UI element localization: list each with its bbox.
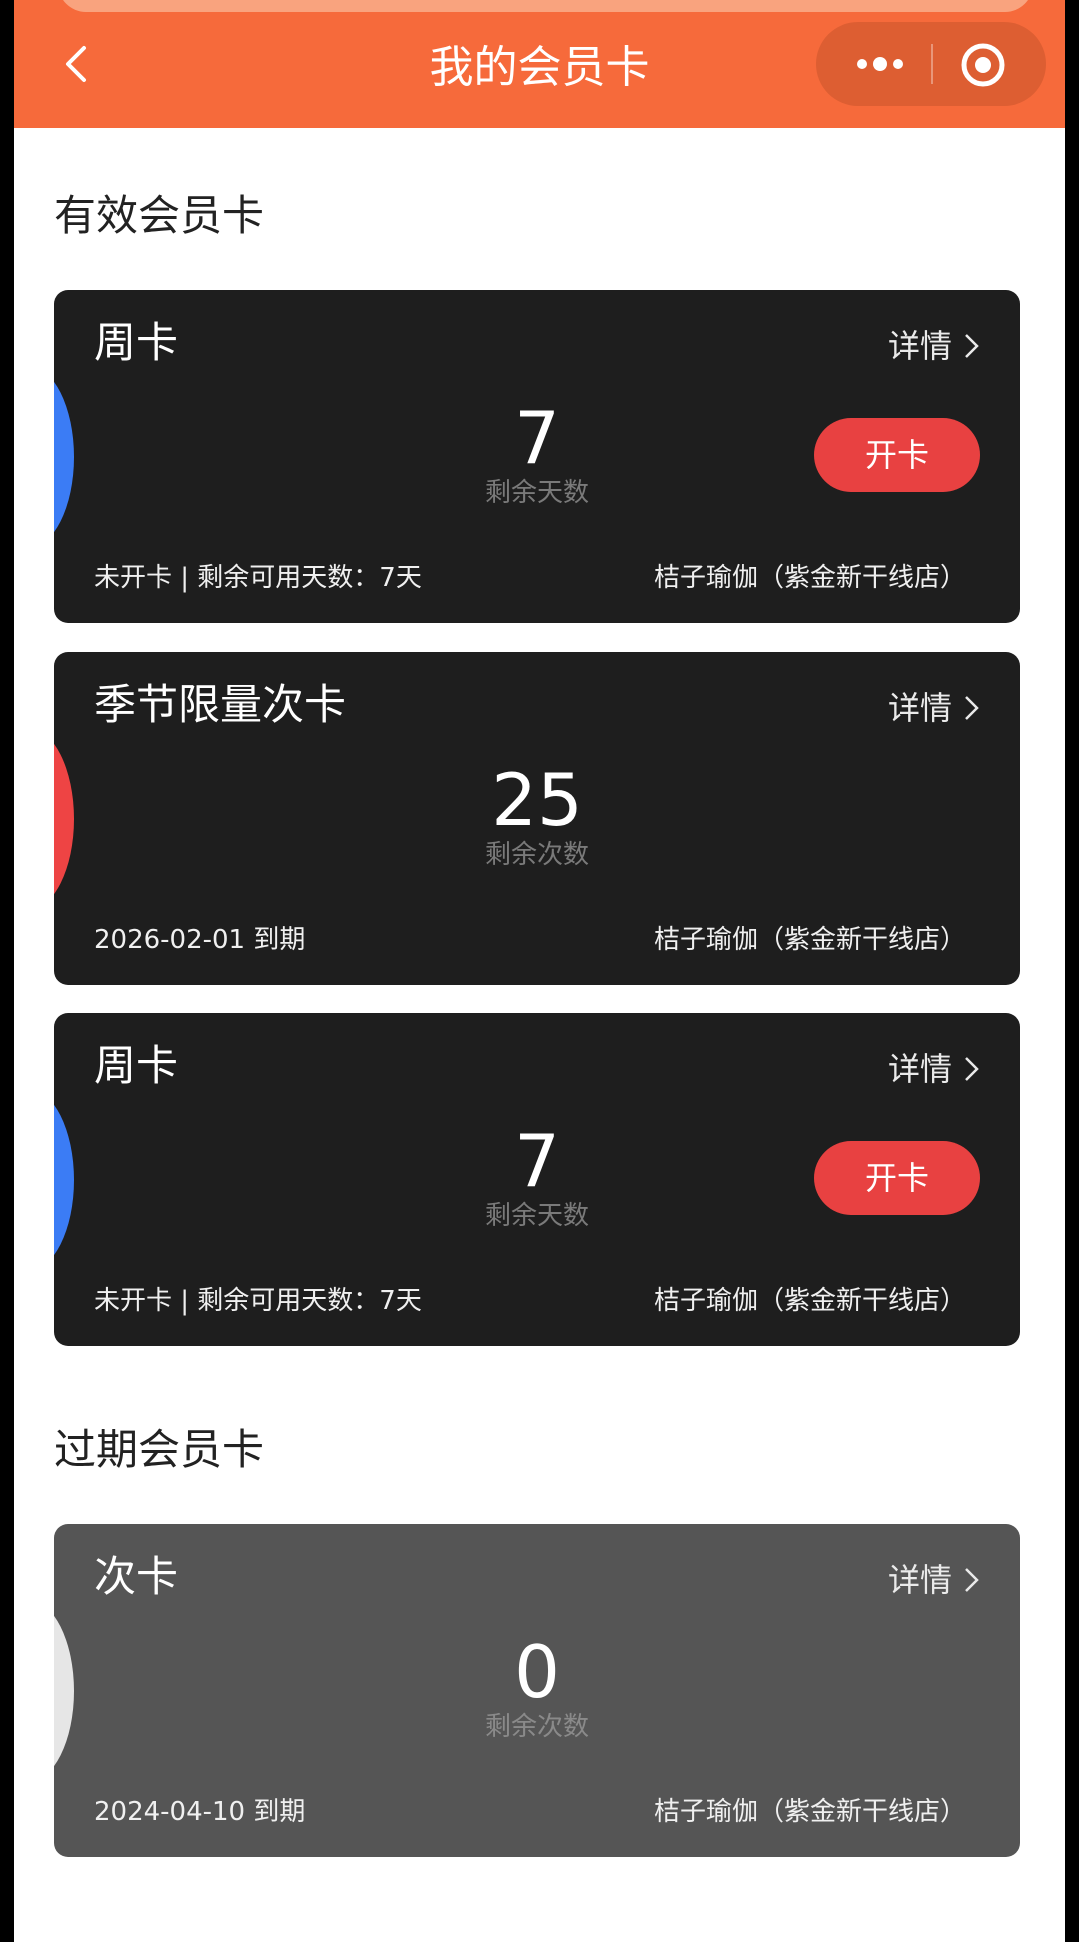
- nav-bar: 我的会员卡: [14, 0, 1065, 128]
- card-name: 周卡: [94, 318, 179, 367]
- screen: 我的会员卡 有效会员卡 周卡 详情 7 剩余天数 开卡 未开卡 | 剩余可用天数…: [14, 0, 1065, 1942]
- card-name: 季节限量次卡: [94, 680, 347, 729]
- remaining-label: 剩余次数: [484, 840, 589, 870]
- open-card-button[interactable]: 开卡: [814, 1141, 980, 1215]
- card-name: 周卡: [94, 1041, 179, 1090]
- card-detail-link[interactable]: 详情: [888, 1558, 982, 1602]
- top-bar-decoration: [58, 0, 1033, 12]
- ellipsis-icon[interactable]: [850, 46, 910, 82]
- card-expiry: 2024-04-10 到期: [94, 1797, 306, 1827]
- card-name: 次卡: [94, 1552, 179, 1601]
- card-status: 未开卡 | 剩余可用天数：7天: [94, 1286, 422, 1316]
- target-icon[interactable]: [960, 42, 1006, 88]
- chevron-right-icon: [965, 1057, 979, 1081]
- chevron-right-icon: [965, 1568, 979, 1592]
- chevron-right-icon: [965, 696, 979, 720]
- membership-card[interactable]: 周卡 详情 7 剩余天数 开卡 未开卡 | 剩余可用天数：7天 桔子瑜伽（紫金新…: [54, 1013, 1020, 1346]
- card-detail-link[interactable]: 详情: [888, 686, 982, 730]
- card-store: 桔子瑜伽（紫金新干线店）: [653, 1286, 966, 1316]
- card-detail-link[interactable]: 详情: [888, 324, 982, 368]
- card-store: 桔子瑜伽（紫金新干线店）: [653, 925, 966, 955]
- membership-card[interactable]: 季节限量次卡 详情 25 剩余次数 2026-02-01 到期 桔子瑜伽（紫金新…: [54, 652, 1020, 985]
- card-status: 未开卡 | 剩余可用天数：7天: [94, 563, 422, 593]
- card-store: 桔子瑜伽（紫金新干线店）: [653, 563, 966, 593]
- card-expiry: 2026-02-01 到期: [94, 925, 306, 955]
- capsule-divider: [931, 44, 933, 84]
- open-card-button[interactable]: 开卡: [814, 418, 980, 492]
- valid-cards-title: 有效会员卡: [54, 191, 265, 240]
- remaining-label: 剩余次数: [484, 1712, 589, 1742]
- detail-label: 详情: [887, 1050, 952, 1088]
- detail-label: 详情: [887, 689, 952, 727]
- membership-card[interactable]: 周卡 详情 7 剩余天数 开卡 未开卡 | 剩余可用天数：7天 桔子瑜伽（紫金新…: [54, 290, 1020, 623]
- remaining-value: 25: [491, 758, 583, 842]
- detail-label: 详情: [887, 327, 952, 365]
- expired-membership-card[interactable]: 次卡 详情 0 剩余次数 2024-04-10 到期 桔子瑜伽（紫金新干线店）: [54, 1524, 1020, 1857]
- chevron-right-icon: [965, 334, 979, 358]
- detail-label: 详情: [887, 1561, 952, 1599]
- remaining-value: 0: [514, 1630, 560, 1714]
- card-store: 桔子瑜伽（紫金新干线店）: [653, 1797, 966, 1827]
- mini-program-capsule: [816, 22, 1046, 106]
- card-detail-link[interactable]: 详情: [888, 1047, 982, 1091]
- expired-cards-title: 过期会员卡: [54, 1425, 265, 1474]
